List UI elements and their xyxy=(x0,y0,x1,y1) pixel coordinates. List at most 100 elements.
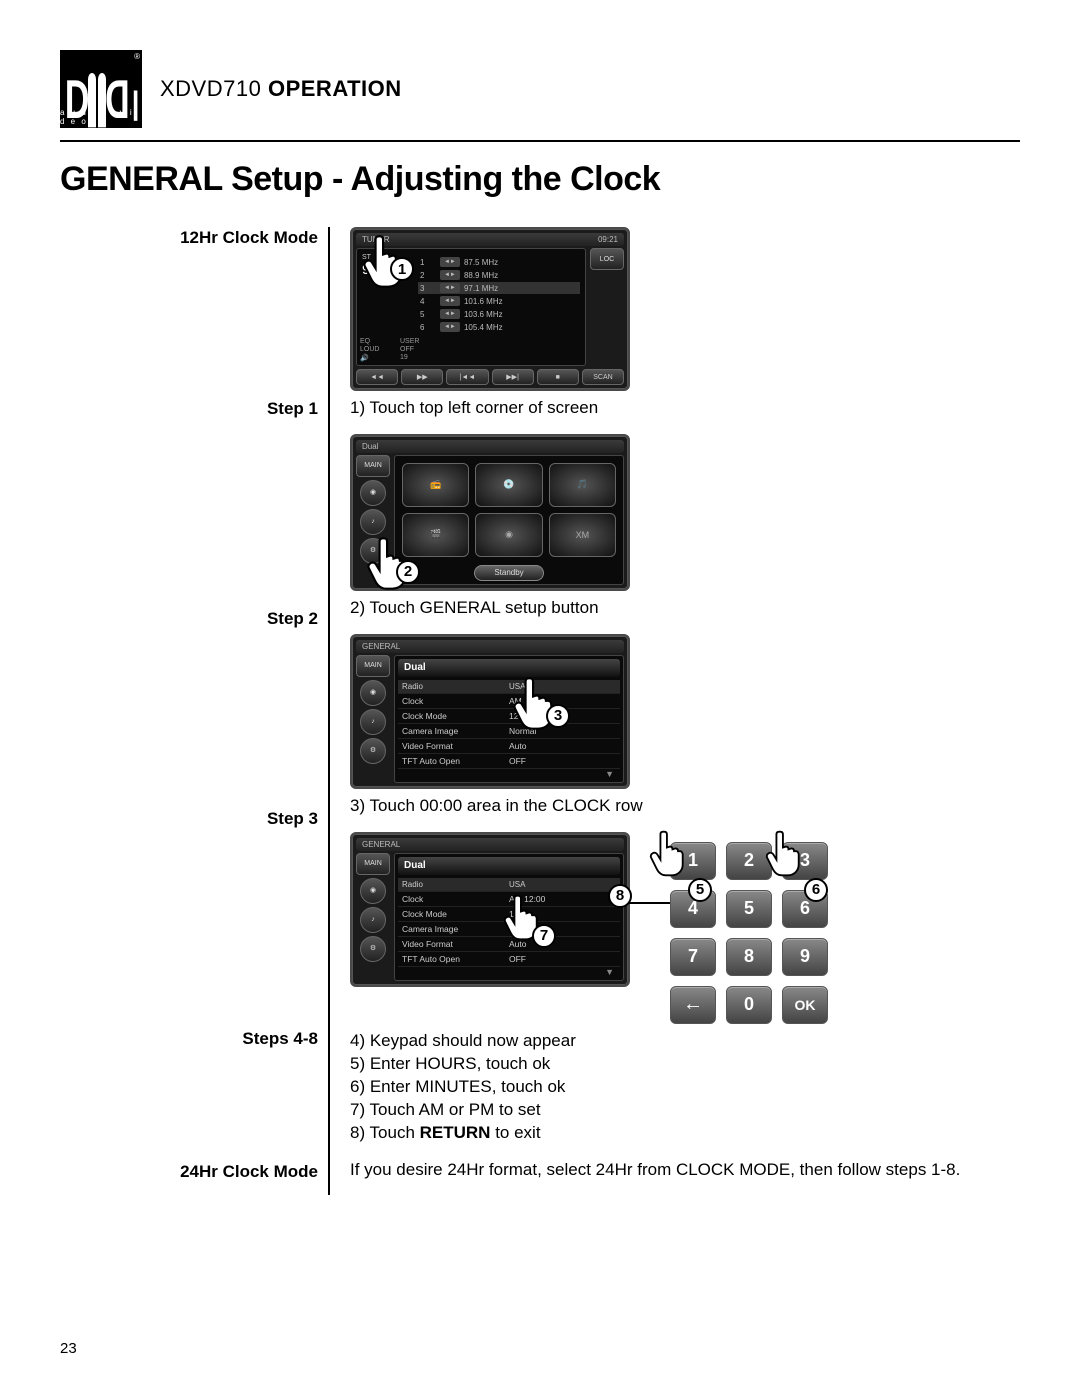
main-button[interactable]: MAIN xyxy=(356,853,390,875)
screen-radio: TUNER 09:21 ST 97.1 MHz 1◄►87.5 MHz xyxy=(350,227,630,391)
preset-row: 4◄►101.6 MHz xyxy=(418,295,580,307)
settings-row[interactable]: ClockAM 12:00 xyxy=(398,694,620,709)
mode-24-text: If you desire 24Hr format, select 24Hr f… xyxy=(350,1159,1020,1182)
ipod-icon[interactable]: 🎵 xyxy=(549,463,616,507)
step-1-label: Step 1 xyxy=(60,399,318,419)
step-3-block: GENERAL MAIN ◉ ♪ ⚙ Dual RadioUSA ClockAM… xyxy=(350,634,1020,818)
keypad-key[interactable]: 2 xyxy=(726,842,772,880)
keypad-key[interactable]: 9 xyxy=(782,938,828,976)
xm-icon[interactable]: XM xyxy=(549,513,616,557)
dual-logo: ® D D l a u d i o • v i d e o xyxy=(60,50,142,128)
keypad: 1 2 3 4 5 6 7 8 9 ← 0 OK 5 xyxy=(670,842,828,1024)
instructions-4-8: 4) Keypad should now appear 5) Enter HOU… xyxy=(350,1030,1020,1145)
menu-icon[interactable]: 📻 xyxy=(402,463,469,507)
scan-button[interactable]: SCAN xyxy=(582,369,624,385)
foot-button[interactable]: ■ xyxy=(537,369,579,385)
loc-button[interactable]: LOC xyxy=(590,248,624,270)
menu-icon[interactable]: 🎬 xyxy=(402,513,469,557)
callout-bubble: 8 xyxy=(608,884,632,908)
settings-row[interactable]: Clock Mode12Hr xyxy=(398,907,620,922)
foot-button[interactable]: ▶▶| xyxy=(492,369,534,385)
callout-bubble: 5 xyxy=(688,878,712,902)
screen-general: GENERAL MAIN ◉ ♪ ⚙ Dual RadioUSA ClockAM… xyxy=(350,634,630,789)
keypad-key[interactable]: 1 xyxy=(670,842,716,880)
side-icon[interactable]: ◉ xyxy=(360,680,386,706)
keypad-back[interactable]: ← xyxy=(670,986,716,1024)
side-icon[interactable]: ♪ xyxy=(360,709,386,735)
preset-row: 1◄►87.5 MHz xyxy=(418,256,580,268)
keypad-key[interactable]: 5 xyxy=(726,890,772,928)
instruction-1: 1) Touch top left corner of screen xyxy=(350,397,1020,420)
steps-4-8-label: Steps 4-8 xyxy=(60,1029,318,1049)
screen-general-keypad: GENERAL MAIN ◉ ♪ ⚙ Dual RadioUSA xyxy=(350,832,630,987)
settings-row[interactable]: Camera ImageNormal xyxy=(398,922,620,937)
screen-menu: Dual MAIN ◉ ♪ ⚙ 📻 💿 🎵 🎬 xyxy=(350,434,630,591)
settings-row[interactable]: Camera ImageNormal xyxy=(398,724,620,739)
model-title: XDVD710 OPERATION xyxy=(160,76,402,102)
instruction-2: 2) Touch GENERAL setup button xyxy=(350,597,1020,620)
callout-bubble: 2 xyxy=(396,560,420,584)
header: ® D D l a u d i o • v i d e o XDVD710 OP… xyxy=(60,50,1020,128)
keypad-key[interactable]: 3 xyxy=(782,842,828,880)
preset-list: 1◄►87.5 MHz 2◄►88.9 MHz 3◄►97.1 MHz 4◄►1… xyxy=(418,256,580,333)
settings-row[interactable]: Video FormatAuto xyxy=(398,739,620,754)
settings-row[interactable]: RadioUSA xyxy=(398,680,620,694)
standby-button[interactable]: Standby xyxy=(474,565,544,581)
side-icon[interactable]: ♪ xyxy=(360,907,386,933)
callout-bubble: 6 xyxy=(804,878,828,902)
callout-bubble: 1 xyxy=(390,257,414,281)
right-column: TUNER 09:21 ST 97.1 MHz 1◄►87.5 MHz xyxy=(330,227,1020,1195)
screen-brand: Dual xyxy=(398,659,620,677)
keypad-key[interactable]: 8 xyxy=(726,938,772,976)
step-3-label: Step 3 xyxy=(60,809,318,829)
preset-row: 6◄►105.4 MHz xyxy=(418,321,580,333)
step-1-block: TUNER 09:21 ST 97.1 MHz 1◄►87.5 MHz xyxy=(350,227,1020,420)
main-button[interactable]: MAIN xyxy=(356,655,390,677)
page-title: GENERAL Setup - Adjusting the Clock xyxy=(60,160,1020,199)
screen-brand: Dual xyxy=(398,857,620,875)
foot-button[interactable]: ▶▶ xyxy=(401,369,443,385)
settings-row[interactable]: RadioUSA xyxy=(398,878,620,892)
foot-button[interactable]: |◄◄ xyxy=(446,369,488,385)
keypad-ok[interactable]: OK xyxy=(782,986,828,1024)
step-2-block: Dual MAIN ◉ ♪ ⚙ 📻 💿 🎵 🎬 xyxy=(350,434,1020,620)
steps-4-8-block: GENERAL MAIN ◉ ♪ ⚙ Dual RadioUSA xyxy=(350,832,1020,1145)
keypad-key[interactable]: 0 xyxy=(726,986,772,1024)
main-button[interactable]: MAIN xyxy=(356,455,390,477)
side-icon[interactable]: ⚙ xyxy=(360,936,386,962)
logo-subtext: a u d i o • v i d e o xyxy=(60,108,142,126)
preset-row: 3◄►97.1 MHz xyxy=(418,282,580,294)
settings-row[interactable]: Clock Mode12Hr xyxy=(398,709,620,724)
settings-row[interactable]: ClockAM 12:00 xyxy=(398,892,620,907)
callout-bubble: 7 xyxy=(532,924,556,948)
signal-icon: ◄► xyxy=(440,283,460,293)
keypad-key[interactable]: 7 xyxy=(670,938,716,976)
left-column: 12Hr Clock Mode Step 1 Step 2 Step 3 Ste… xyxy=(60,227,330,1195)
signal-icon: ◄► xyxy=(440,309,460,319)
volume-icon: 🔊 xyxy=(360,354,400,362)
signal-icon: ◄► xyxy=(440,257,460,267)
preset-row: 2◄►88.9 MHz xyxy=(418,269,580,281)
arrow-down-icon[interactable]: ▼ xyxy=(398,769,620,779)
menu-icon[interactable]: ◉ xyxy=(475,513,542,557)
arrow-down-icon[interactable]: ▼ xyxy=(398,967,620,977)
mode-12-label: 12Hr Clock Mode xyxy=(60,227,318,249)
foot-button[interactable]: ◄◄ xyxy=(356,369,398,385)
signal-icon: ◄► xyxy=(440,270,460,280)
signal-icon: ◄► xyxy=(440,322,460,332)
signal-icon: ◄► xyxy=(440,296,460,306)
content: 12Hr Clock Mode Step 1 Step 2 Step 3 Ste… xyxy=(60,227,1020,1195)
side-icon[interactable]: ◉ xyxy=(360,878,386,904)
settings-row[interactable]: Video FormatAuto xyxy=(398,937,620,952)
side-icon[interactable]: ♪ xyxy=(360,509,386,535)
divider xyxy=(60,140,1020,142)
settings-row[interactable]: TFT Auto OpenOFF xyxy=(398,952,620,967)
preset-row: 5◄►103.6 MHz xyxy=(418,308,580,320)
settings-row[interactable]: TFT Auto OpenOFF xyxy=(398,754,620,769)
page-number: 23 xyxy=(60,1340,77,1357)
callout-bubble: 3 xyxy=(546,704,570,728)
side-icon[interactable]: ⚙ xyxy=(360,738,386,764)
side-icon[interactable]: ⚙ xyxy=(360,538,386,564)
side-icon[interactable]: ◉ xyxy=(360,480,386,506)
menu-icon[interactable]: 💿 xyxy=(475,463,542,507)
